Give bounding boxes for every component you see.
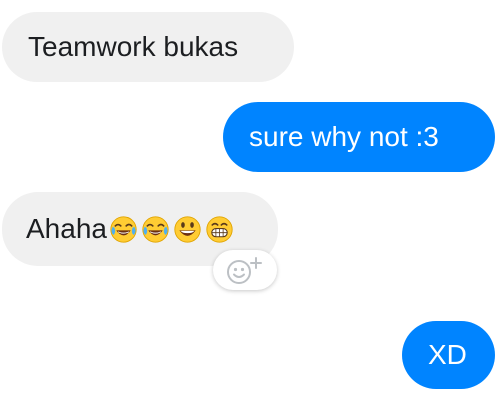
message-text: Teamwork bukas: [28, 31, 239, 62]
message-text: sure why not :3: [249, 121, 439, 152]
grimacing-emoji: [206, 215, 233, 243]
grinning-emoji: [174, 215, 201, 243]
outgoing-message-bubble[interactable]: sure why not :3: [223, 102, 495, 172]
emoji-group: [109, 215, 237, 244]
smiley-plus-icon: [227, 257, 262, 284]
joy-emoji: [110, 215, 137, 243]
joy-emoji: [142, 215, 169, 243]
add-reaction-button[interactable]: [213, 250, 277, 290]
outgoing-message-bubble[interactable]: XD: [402, 321, 495, 389]
message-text: Ahaha: [26, 213, 107, 244]
message-text: XD: [428, 339, 467, 370]
incoming-message-bubble[interactable]: Teamwork bukas: [2, 12, 294, 82]
